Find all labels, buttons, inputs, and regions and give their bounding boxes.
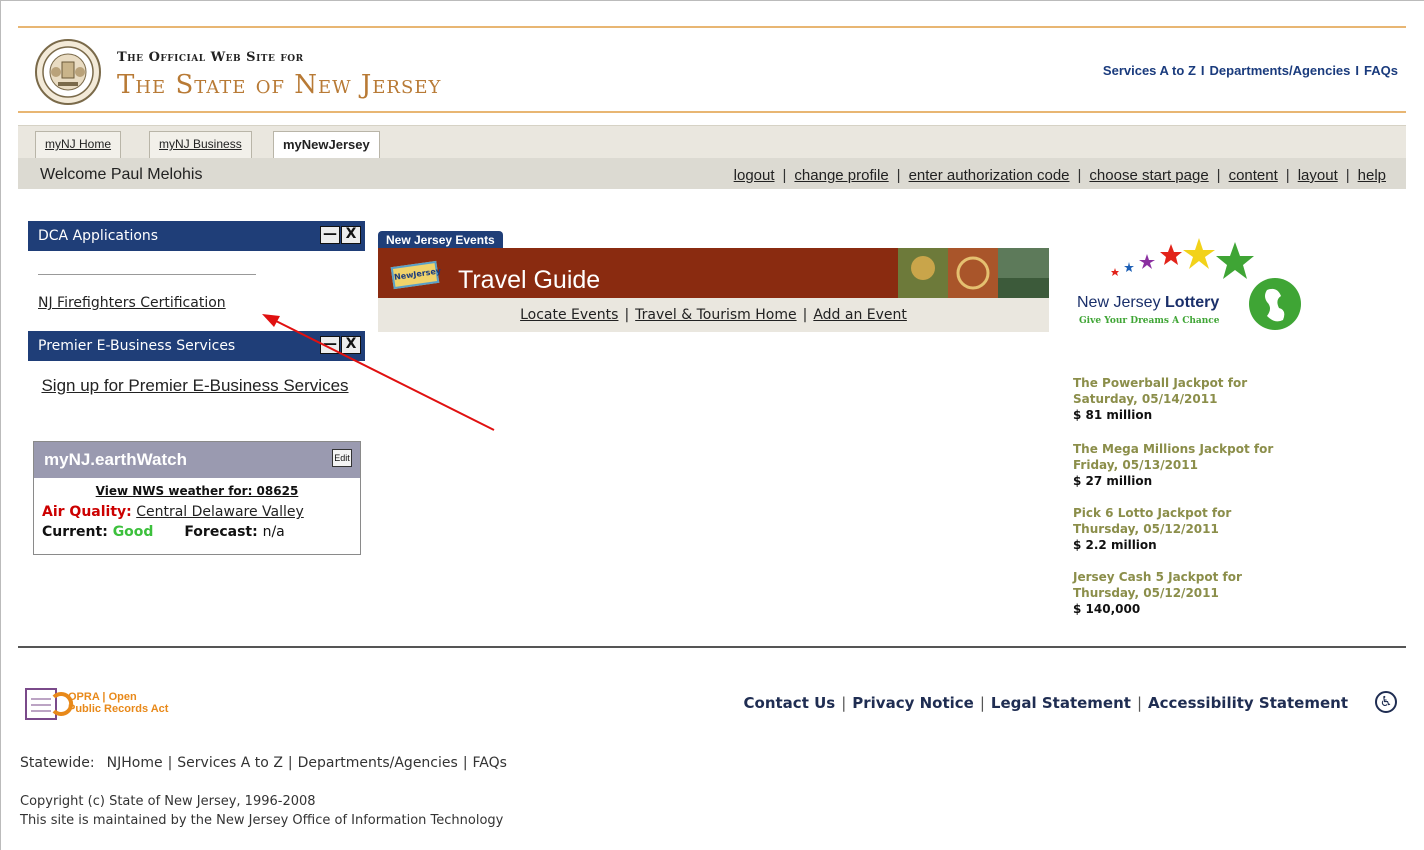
premier-ebusiness-header: Premier E-Business Services — X [28,331,365,361]
footer-links: Contact Us | Privacy Notice | Legal Statemen… [743,694,1348,712]
logout-link[interactable]: logout [734,167,775,184]
help-link[interactable]: help [1358,167,1386,184]
air-quality-label: Air Quality: [42,504,132,520]
statewide-links: Statewide: NJHome | Services A to Z | Departm… [20,755,507,771]
enter-authorization-code-link[interactable]: enter authorization code [909,167,1070,184]
minimize-icon[interactable]: — [320,336,340,354]
nj-firefighters-certification-link[interactable]: NJ Firefighters Certification [38,295,226,311]
lottery-tagline: Give Your Dreams A Chance [1079,316,1220,326]
header-bottom-rule [18,111,1406,113]
earthwatch-title: myNJ.earthWatch [44,450,187,469]
header-top-rule [18,26,1406,28]
tab-mynj-home[interactable]: myNJ Home [35,131,122,158]
nj-lottery-logo[interactable]: New Jersey Lottery Give Your Dreams A Ch… [1075,232,1305,342]
state-seal-icon[interactable] [34,38,102,106]
earthwatch-widget: myNJ.earthWatch Edit View NWS weather fo… [33,441,361,555]
premier-window-controls: — X [320,336,361,354]
top-links: Services A to Z I Departments/Agencies I FAQ… [1103,63,1398,78]
lottery-megamillions-row: The Mega Millions Jackpot for Friday, 05… [1073,442,1274,488]
lottery-cash5-row: Jersey Cash 5 Jackpot for Thursday, 05/1… [1073,570,1242,616]
departments-agencies-link[interactable]: Departments/Agencies [1210,63,1351,78]
link-separator: I [1355,63,1360,78]
premier-ebusiness-title: Premier E-Business Services [38,338,236,354]
forecast-label: Forecast: [184,524,258,540]
edit-button[interactable]: Edit [332,449,352,467]
header-title: The State of New Jersey [117,70,442,100]
minimize-icon[interactable]: — [320,226,340,244]
earthwatch-header: myNJ.earthWatch Edit [34,442,360,478]
faqs-link[interactable]: FAQs [1364,63,1398,78]
welcome-text: Welcome Paul Melohis [40,166,203,183]
change-profile-link[interactable]: change profile [794,167,888,184]
tab-mynewjersey[interactable]: myNewJersey [273,131,380,158]
close-icon[interactable]: X [341,336,361,354]
lottery-brand: New Jersey Lottery [1077,294,1220,311]
signup-premier-ebusiness-link[interactable]: Sign up for Premier E-Business Services [40,375,350,397]
header-subtitle: The Official Web Site for [117,50,304,65]
dca-applications-title: DCA Applications [38,228,159,244]
lottery-pick6-row: Pick 6 Lotto Jackpot for Thursday, 05/12… [1073,506,1232,552]
accessibility-statement-link[interactable]: Accessibility Statement [1148,694,1348,712]
current-forecast-row: Current: Good Forecast: n/a [42,524,360,540]
close-icon[interactable]: X [341,226,361,244]
footer-rule [18,646,1406,648]
air-quality-row: Air Quality: Central Delaware Valley [42,504,360,520]
legal-statement-link[interactable]: Legal Statement [991,694,1131,712]
statewide-faqs-link[interactable]: FAQs [473,755,507,771]
travel-photos-icon [898,248,1049,298]
lottery-powerball-row: The Powerball Jackpot for Saturday, 05/1… [1073,376,1248,422]
services-a-to-z-link[interactable]: Services A to Z [1103,63,1196,78]
tab-mynj-business[interactable]: myNJ Business [149,131,252,158]
travel-links: Locate Events | Travel & Tourism Home | Add … [520,307,907,323]
opra-logo[interactable]: OPRA | Open Public Records Act [24,683,192,725]
choose-start-page-link[interactable]: choose start page [1089,167,1208,184]
statewide-label: Statewide: [20,755,95,771]
layout-link[interactable]: layout [1298,167,1338,184]
accessibility-icon[interactable]: ♿ [1375,691,1397,713]
user-links: logout | change profile | enter authorizatio… [733,167,1386,184]
add-an-event-link[interactable]: Add an Event [813,307,907,323]
maintained-text: This site is maintained by the New Jerse… [20,813,504,828]
current-value: Good [112,524,154,540]
travel-guide-title: Travel Guide [458,266,601,294]
contact-us-link[interactable]: Contact Us [744,694,836,712]
copyright-block: Copyright (c) State of New Jersey, 1996-… [20,792,503,830]
ticket-icon: NewJersey [390,260,442,290]
dca-window-controls: — X [320,226,361,244]
copyright-text: Copyright (c) State of New Jersey, 1996-… [20,794,316,809]
njhome-link[interactable]: NJHome [107,755,163,771]
statewide-departments-link[interactable]: Departments/Agencies [298,755,458,771]
forecast-value: n/a [262,524,285,540]
travel-guide-banner[interactable]: NewJersey Travel Guide [378,248,1049,298]
link-separator: I [1200,63,1205,78]
current-label: Current: [42,524,108,540]
travel-tourism-home-link[interactable]: Travel & Tourism Home [635,307,796,323]
statewide-services-link[interactable]: Services A to Z [177,755,283,771]
divider [38,274,256,275]
content-link[interactable]: content [1229,167,1278,184]
locate-events-link[interactable]: Locate Events [520,307,618,323]
privacy-notice-link[interactable]: Privacy Notice [852,694,974,712]
opra-text: OPRA | Open Public Records Act [68,691,169,715]
air-quality-region-link[interactable]: Central Delaware Valley [136,504,304,520]
nws-weather-link[interactable]: View NWS weather for: 08625 [34,484,360,498]
dca-applications-header: DCA Applications — X [28,221,365,251]
